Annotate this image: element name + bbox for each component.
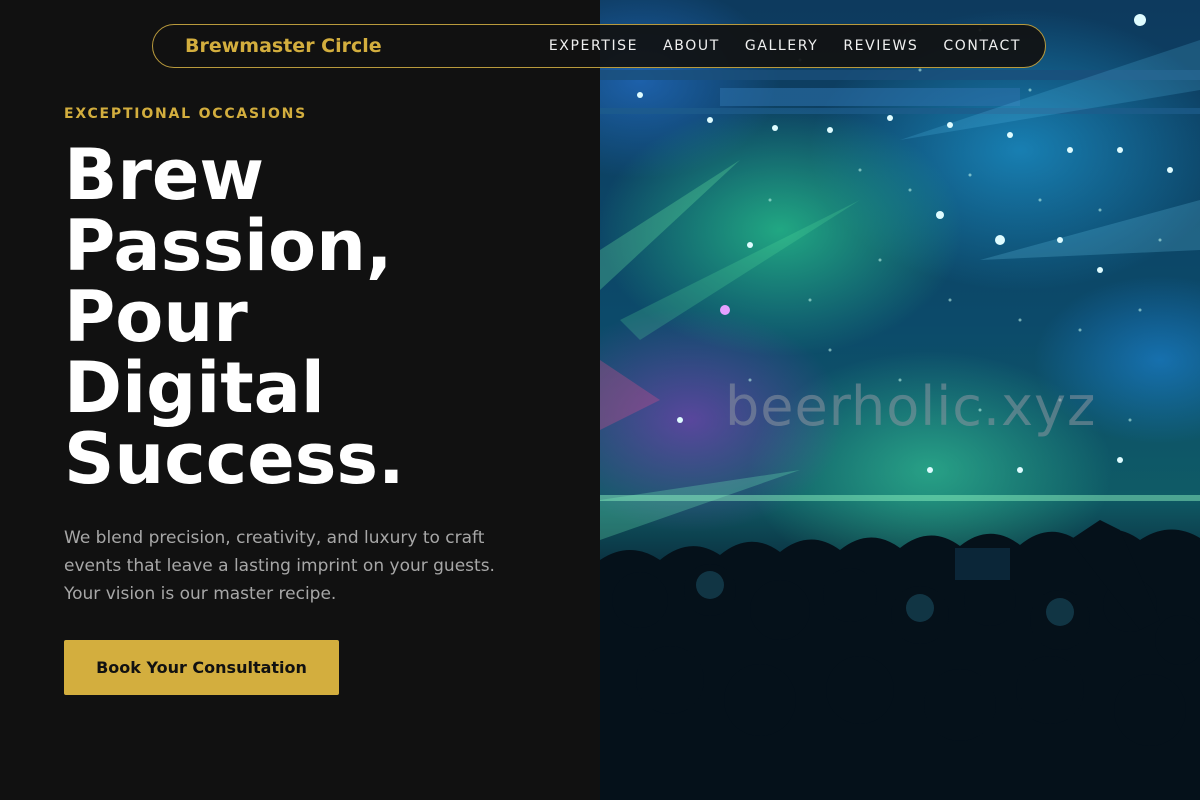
- hero-eyebrow: EXCEPTIONAL OCCASIONS: [64, 106, 308, 122]
- hero-headline: Brew Passion, Pour Digital Success.: [64, 140, 564, 495]
- description-line: events that leave a lasting imprint on y…: [64, 556, 495, 576]
- hero-concert-image: beerholic.xyz: [600, 0, 1200, 800]
- description-line: We blend precision, creativity, and luxu…: [64, 528, 485, 548]
- nav-link-gallery[interactable]: GALLERY: [745, 38, 818, 54]
- nav-link-expertise[interactable]: EXPERTISE: [549, 38, 638, 54]
- headline-line: Pour: [64, 276, 248, 358]
- description-line: Your vision is our master recipe.: [64, 584, 337, 604]
- nav-link-reviews[interactable]: REVIEWS: [843, 38, 918, 54]
- brand-logo[interactable]: Brewmaster Circle: [185, 35, 382, 57]
- headline-line: Digital: [64, 347, 325, 429]
- nav-links: EXPERTISE ABOUT GALLERY REVIEWS CONTACT: [524, 38, 1021, 54]
- watermark: beerholic.xyz: [725, 375, 1097, 438]
- nav-link-about[interactable]: ABOUT: [663, 38, 720, 54]
- headline-line: Brew: [64, 134, 265, 216]
- headline-line: Success.: [64, 418, 405, 500]
- hero-description: We blend precision, creativity, and luxu…: [64, 524, 544, 608]
- nav-link-contact[interactable]: CONTACT: [943, 38, 1021, 54]
- top-navigation: Brewmaster Circle EXPERTISE ABOUT GALLER…: [152, 24, 1046, 68]
- book-consultation-button[interactable]: Book Your Consultation: [64, 640, 339, 695]
- headline-line: Passion,: [64, 205, 393, 287]
- hero-left-panel: EXCEPTIONAL OCCASIONS Brew Passion, Pour…: [0, 0, 600, 800]
